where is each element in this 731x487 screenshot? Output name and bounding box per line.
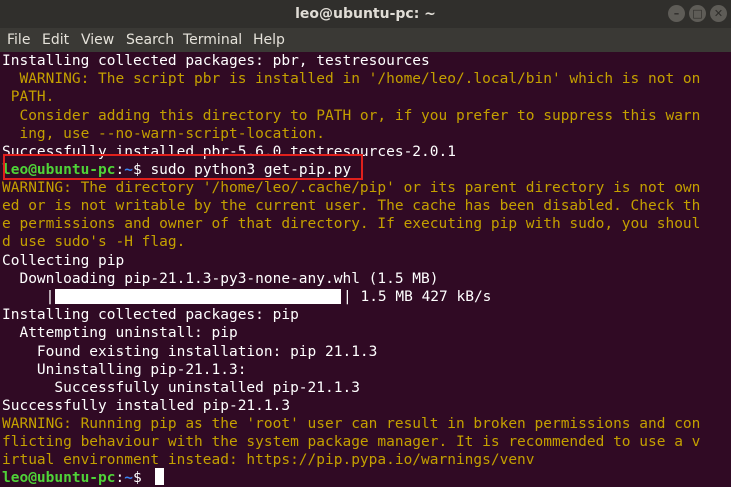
menu-bar: File Edit View Search Terminal Help <box>0 28 731 52</box>
menu-edit[interactable]: Edit <box>42 28 69 52</box>
terminal-output[interactable]: Installing collected packages: pbr, test… <box>0 52 731 487</box>
output-line: Successfully uninstalled pip-21.1.3 <box>2 380 360 396</box>
warning-line: e permissions and owner of that director… <box>2 216 701 232</box>
warning-line: ed or is not writable by the current use… <box>2 198 701 214</box>
warning-line: ing, use --no-warn-script-location. <box>2 126 326 142</box>
menu-help[interactable]: Help <box>253 28 285 52</box>
progress-stats: | 1.5 MB 427 kB/s <box>343 289 492 305</box>
menu-terminal[interactable]: Terminal <box>183 28 242 52</box>
progress-left-edge: | <box>2 289 55 305</box>
warning-line: WARNING: The directory '/home/leo/.cache… <box>2 180 701 196</box>
warning-line: WARNING: Running pip as the 'root' user … <box>2 416 701 432</box>
download-progress-bar <box>55 289 341 304</box>
output-line: Collecting pip <box>2 253 125 269</box>
output-line: Uninstalling pip-21.1.3: <box>2 362 247 378</box>
close-button[interactable]: ✕ <box>710 5 727 22</box>
maximize-button[interactable]: □ <box>689 5 706 22</box>
warning-line: WARNING: The script pbr is installed in … <box>2 71 701 87</box>
text-cursor <box>155 468 164 485</box>
warning-line: d use sudo's -H flag. <box>2 234 186 250</box>
warning-line: flicting behaviour with the system packa… <box>2 434 701 450</box>
prompt-separator: : <box>115 470 125 486</box>
active-prompt-line: leo@ubuntu-pc:~$ <box>2 469 150 487</box>
menu-file[interactable]: File <box>7 28 30 52</box>
output-line: Installing collected packages: pip <box>2 307 299 323</box>
prompt-path: ~ <box>124 470 133 486</box>
output-line: Found existing installation: pip 21.1.3 <box>2 344 378 360</box>
output-line: Installing collected packages: pbr, test… <box>2 53 430 69</box>
command-highlight-box <box>3 154 363 180</box>
title-bar[interactable]: leo@ubuntu-pc: ~ – □ ✕ <box>0 0 731 28</box>
warning-line: PATH. <box>2 89 55 105</box>
output-line: Downloading pip-21.1.3-py3-none-any.whl … <box>2 271 439 287</box>
output-line: Attempting uninstall: pip <box>2 325 238 341</box>
minimize-button[interactable]: – <box>668 5 685 22</box>
warning-line: irtual environment instead: https://pip.… <box>2 452 535 468</box>
menu-search[interactable]: Search <box>126 28 174 52</box>
prompt-symbol: $ <box>132 470 151 486</box>
warning-line: Consider adding this directory to PATH o… <box>2 108 701 124</box>
prompt-user: leo@ubuntu-pc <box>2 470 116 486</box>
output-line: Successfully installed pip-21.1.3 <box>2 398 291 414</box>
window-title: leo@ubuntu-pc: ~ <box>295 6 436 22</box>
menu-view[interactable]: View <box>81 28 114 52</box>
terminal-window: leo@ubuntu-pc: ~ – □ ✕ File Edit View Se… <box>0 0 731 487</box>
